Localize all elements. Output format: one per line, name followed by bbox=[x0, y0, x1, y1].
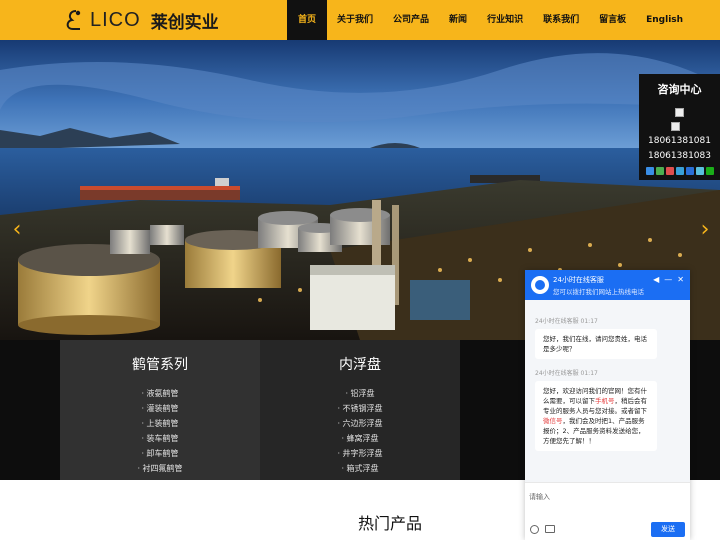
category-link[interactable]: · 蜂窝浮盘 bbox=[260, 431, 460, 446]
chevron-right-icon: › bbox=[700, 217, 710, 242]
category-title[interactable]: 鹤管系列 bbox=[60, 354, 260, 374]
chat-input-area[interactable]: 请输入 发送 bbox=[525, 482, 690, 540]
chat-agent-name: 24小时在线客服 bbox=[553, 276, 604, 284]
image-icon[interactable] bbox=[545, 525, 555, 533]
nav-about[interactable]: 关于我们 bbox=[327, 0, 383, 40]
qr-code-icon bbox=[675, 108, 684, 117]
nav-industry[interactable]: 行业知识 bbox=[477, 0, 533, 40]
phone-list: 18061381081 18061381083 bbox=[639, 134, 720, 164]
logo-text-en: LICO bbox=[90, 8, 141, 31]
chat-input[interactable]: 请输入 bbox=[529, 492, 550, 502]
chat-widget: 24小时在线客服 您可以拨打我们网站上热线电话 ◀ — ✕ 24小时在线客服 0… bbox=[525, 270, 690, 540]
category-title[interactable]: 内浮盘 bbox=[260, 354, 460, 374]
share-wechat-icon[interactable] bbox=[655, 167, 664, 175]
main-nav: 首页 关于我们 公司产品 新闻 行业知识 联系我们 留言板 English bbox=[287, 0, 693, 40]
phone-number[interactable]: 18061381083 bbox=[639, 149, 720, 164]
chat-subtitle: 您可以拨打我们网站上热线电话 bbox=[553, 288, 644, 296]
emoji-icon[interactable] bbox=[530, 525, 539, 534]
category-link[interactable]: · 衬四氟鹤管 bbox=[60, 461, 260, 476]
category-link[interactable]: · 卸车鹤管 bbox=[60, 446, 260, 461]
share-icons bbox=[639, 167, 720, 175]
chat-header: 24小时在线客服 您可以拨打我们网站上热线电话 ◀ — ✕ bbox=[525, 270, 690, 300]
site-header: LICO 莱创实业 首页 关于我们 公司产品 新闻 行业知识 联系我们 留言板 … bbox=[0, 0, 720, 40]
chat-messages: 24小时在线客服 01:17 您好，我们在线，请问您贵姓，电话是多少呢？ 24小… bbox=[525, 300, 690, 482]
phone-number[interactable]: 18061381081 bbox=[639, 134, 720, 149]
nav-news[interactable]: 新闻 bbox=[439, 0, 477, 40]
category-link[interactable]: · 不锈钢浮盘 bbox=[260, 401, 460, 416]
site-logo[interactable]: LICO 莱创实业 bbox=[64, 7, 219, 33]
banner-prev-button[interactable]: ‹ bbox=[9, 218, 25, 242]
category-link[interactable]: · 液氨鹤管 bbox=[60, 386, 260, 401]
close-icon[interactable]: ✕ bbox=[677, 275, 684, 284]
minimize-icon[interactable]: — bbox=[664, 275, 672, 284]
send-button[interactable]: 发送 bbox=[651, 522, 685, 537]
nav-products[interactable]: 公司产品 bbox=[383, 0, 439, 40]
message-highlight: 微信号 bbox=[543, 417, 563, 425]
nav-home[interactable]: 首页 bbox=[287, 0, 328, 40]
message-meta: 24小时在线客服 01:17 bbox=[535, 370, 598, 377]
category-link[interactable]: · 井字形浮盘 bbox=[260, 446, 460, 461]
nav-english[interactable]: English bbox=[636, 0, 693, 40]
message-text: 您好，我们在线，请问您贵姓，电话是多少呢？ bbox=[543, 335, 647, 353]
logo-text-cn: 莱创实业 bbox=[150, 12, 219, 33]
share-qzone-icon[interactable] bbox=[675, 167, 684, 175]
category-link[interactable]: · 上装鹤管 bbox=[60, 416, 260, 431]
category-list: · 铝浮盘 · 不锈钢浮盘 · 六边形浮盘 · 蜂窝浮盘 · 井字形浮盘 · 箱… bbox=[260, 386, 460, 476]
chat-message: 您好，我们在线，请问您贵姓，电话是多少呢？ bbox=[535, 329, 657, 359]
nav-contact[interactable]: 联系我们 bbox=[533, 0, 589, 40]
message-highlight: 手机号 bbox=[595, 397, 615, 405]
category-floating-roof[interactable]: 内浮盘 · 铝浮盘 · 不锈钢浮盘 · 六边形浮盘 · 蜂窝浮盘 · 井字形浮盘… bbox=[260, 340, 460, 480]
share-more-icon[interactable] bbox=[705, 167, 714, 175]
consult-panel: 咨询中心 18061381081 18061381083 bbox=[639, 74, 720, 180]
share-tencent-icon[interactable] bbox=[695, 167, 704, 175]
share-renren-icon[interactable] bbox=[685, 167, 694, 175]
sound-icon[interactable]: ◀ bbox=[653, 275, 659, 284]
category-link[interactable]: · 箱式浮盘 bbox=[260, 461, 460, 476]
chat-message: 您好，欢迎访问我们的官网！您有什么需要，可以留下手机号，稍后会有专业的服务人员与… bbox=[535, 381, 657, 451]
logo-mark-icon bbox=[66, 10, 81, 30]
banner-next-button[interactable]: › bbox=[697, 218, 713, 242]
category-link[interactable]: · 六边形浮盘 bbox=[260, 416, 460, 431]
chevron-left-icon: ‹ bbox=[12, 217, 22, 242]
share-weibo-icon[interactable] bbox=[665, 167, 674, 175]
consult-title: 咨询中心 bbox=[657, 83, 702, 96]
share-qq-icon[interactable] bbox=[645, 167, 654, 175]
qr-code-icon bbox=[671, 122, 680, 131]
category-link[interactable]: · 装车鹤管 bbox=[60, 431, 260, 446]
category-link[interactable]: · 铝浮盘 bbox=[260, 386, 460, 401]
message-meta: 24小时在线客服 01:17 bbox=[535, 318, 598, 325]
category-link[interactable]: · 灌装鹤管 bbox=[60, 401, 260, 416]
category-list: · 液氨鹤管 · 灌装鹤管 · 上装鹤管 · 装车鹤管 · 卸车鹤管 · 衬四氟… bbox=[60, 386, 260, 476]
chat-tools: ◀ — ✕ bbox=[653, 275, 684, 284]
category-crane-pipe[interactable]: 鹤管系列 · 液氨鹤管 · 灌装鹤管 · 上装鹤管 · 装车鹤管 · 卸车鹤管 … bbox=[60, 340, 260, 480]
nav-guestbook[interactable]: 留言板 bbox=[589, 0, 636, 40]
agent-avatar bbox=[531, 276, 549, 294]
